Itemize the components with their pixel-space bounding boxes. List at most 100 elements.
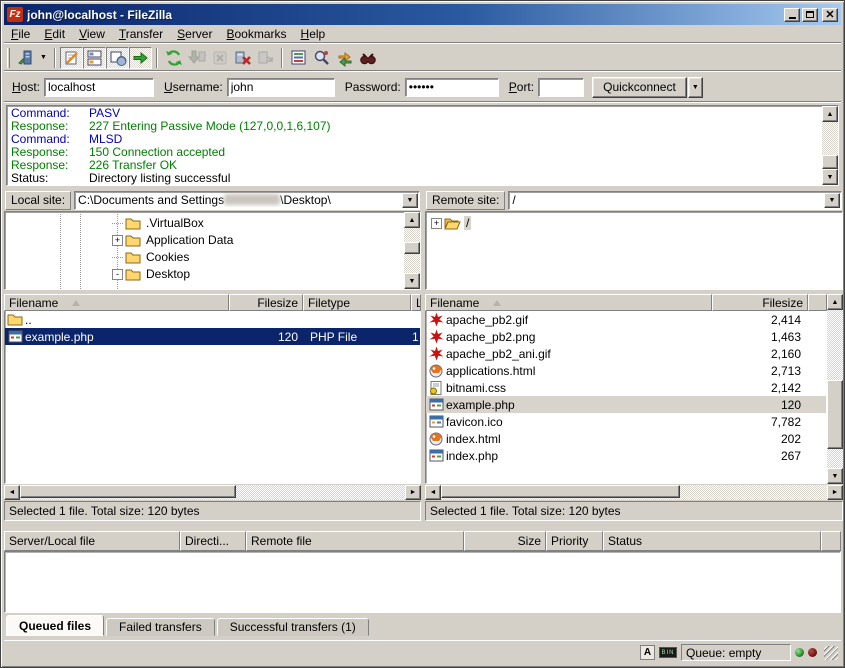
column-header-filesize[interactable]: Filesize	[229, 294, 303, 311]
scroll-track[interactable]	[441, 485, 827, 500]
site-manager-button[interactable]	[14, 47, 37, 69]
tree-item-application-data[interactable]: + Application Data	[112, 232, 235, 248]
file-row[interactable]: favicon.ico 7,782	[426, 413, 826, 430]
scroll-thumb[interactable]	[20, 485, 236, 498]
menu-server[interactable]: Server	[170, 26, 219, 42]
file-row-parent-dir[interactable]: ..	[5, 311, 420, 328]
file-row[interactable]: applications.html 2,713	[426, 362, 826, 379]
scroll-thumb[interactable]	[827, 380, 843, 450]
local-tree-scrollbar[interactable]: ▲ ▼	[404, 212, 420, 289]
port-input[interactable]	[538, 78, 584, 97]
column-header-filename[interactable]: Filename	[4, 294, 229, 311]
local-horizontal-scrollbar[interactable]: ◄ ►	[4, 485, 421, 500]
expand-icon[interactable]: +	[112, 235, 123, 246]
tab-successful-transfers[interactable]: Successful transfers (1)	[217, 618, 369, 636]
close-button[interactable]: ✕	[822, 8, 838, 22]
synchronized-browsing-button[interactable]	[333, 47, 356, 69]
tree-item-desktop[interactable]: - Desktop	[112, 266, 192, 282]
tree-item-virtualbox[interactable]: .VirtualBox	[112, 215, 206, 231]
remote-combo-dropdown[interactable]: ▼	[824, 193, 840, 208]
queue-column-status[interactable]: Status	[603, 531, 821, 551]
scroll-down-button[interactable]: ▼	[822, 169, 838, 185]
username-input[interactable]	[227, 78, 335, 97]
process-queue-button[interactable]	[185, 47, 208, 69]
maximize-button[interactable]	[802, 8, 818, 22]
site-manager-dropdown[interactable]: ▼	[37, 47, 50, 69]
collapse-icon[interactable]: -	[112, 269, 123, 280]
toggle-message-log-button[interactable]	[60, 47, 83, 69]
remote-site-combo[interactable]: / ▼	[508, 191, 842, 210]
scroll-thumb[interactable]	[404, 242, 420, 254]
scroll-right-button[interactable]: ►	[827, 485, 843, 500]
scroll-thumb[interactable]	[822, 155, 838, 169]
quickconnect-dropdown[interactable]: ▼	[688, 77, 703, 98]
local-combo-dropdown[interactable]: ▼	[402, 193, 418, 208]
binary-indicator-icon[interactable]: BIN	[659, 647, 677, 658]
scroll-track[interactable]	[822, 122, 838, 169]
queue-column-direction[interactable]: Directi...	[180, 531, 246, 551]
file-row[interactable]: apache_pb2_ani.gif 2,160	[426, 345, 826, 362]
menu-file[interactable]: File	[4, 26, 37, 42]
refresh-button[interactable]	[162, 47, 185, 69]
scroll-up-button[interactable]: ▲	[827, 294, 843, 310]
toggle-local-tree-button[interactable]	[83, 47, 106, 69]
scroll-down-button[interactable]: ▼	[404, 273, 420, 289]
menu-transfer[interactable]: Transfer	[112, 26, 170, 42]
scroll-down-button[interactable]: ▼	[827, 468, 843, 484]
file-row[interactable]: index.php 267	[426, 447, 826, 464]
host-input[interactable]	[44, 78, 154, 97]
menu-edit[interactable]: Edit	[37, 26, 72, 42]
file-row[interactable]: index.html 202	[426, 430, 826, 447]
scroll-up-button[interactable]: ▲	[404, 212, 420, 228]
scroll-left-button[interactable]: ◄	[425, 485, 441, 500]
remote-list-scrollbar[interactable]: ▲ ▼	[827, 294, 843, 484]
reconnect-button[interactable]	[254, 47, 277, 69]
toggle-transfer-queue-button[interactable]	[129, 47, 152, 69]
column-header-filename[interactable]: Filename	[425, 294, 712, 311]
find-files-button[interactable]	[356, 47, 379, 69]
remote-horizontal-scrollbar[interactable]: ◄ ►	[425, 485, 843, 500]
scroll-up-button[interactable]: ▲	[822, 106, 838, 122]
log-scrollbar[interactable]: ▲ ▼	[822, 106, 838, 185]
transfer-type-ascii-icon[interactable]: A	[640, 645, 655, 660]
column-header-filesize[interactable]: Filesize	[712, 294, 808, 311]
scroll-track[interactable]	[20, 485, 405, 500]
expand-icon[interactable]: +	[431, 218, 442, 229]
menu-bookmarks[interactable]: Bookmarks	[219, 26, 293, 42]
menu-help[interactable]: Help	[294, 26, 333, 42]
tree-item-root[interactable]: + /	[431, 215, 471, 231]
cancel-operation-button[interactable]	[208, 47, 231, 69]
scroll-track[interactable]	[404, 228, 420, 273]
queue-column-remote-file[interactable]: Remote file	[246, 531, 464, 551]
scroll-right-button[interactable]: ►	[405, 485, 421, 500]
file-row[interactable]: apache_pb2.gif 2,414	[426, 311, 826, 328]
toolbar-grip[interactable]	[7, 48, 10, 68]
minimize-icon	[789, 17, 796, 19]
disconnect-button[interactable]	[231, 47, 254, 69]
file-row-selected[interactable]: example.php 120	[426, 396, 826, 413]
file-row-example-php[interactable]: example.php 120 PHP File 1	[5, 328, 420, 345]
column-header-last-modified[interactable]: L	[411, 294, 421, 311]
tab-failed-transfers[interactable]: Failed transfers	[106, 618, 215, 636]
queue-column-size[interactable]: Size	[464, 531, 546, 551]
local-site-combo[interactable]: C:\Documents and Settings\Desktop\ ▼	[74, 191, 420, 210]
scroll-track[interactable]	[827, 310, 843, 468]
titlebar[interactable]: Fz john@localhost - FileZilla ✕	[4, 4, 841, 25]
queue-column-server-local-file[interactable]: Server/Local file	[4, 531, 180, 551]
directory-comparison-button[interactable]	[310, 47, 333, 69]
password-input[interactable]	[405, 78, 499, 97]
quickconnect-button[interactable]: Quickconnect	[592, 77, 687, 98]
scroll-left-button[interactable]: ◄	[4, 485, 20, 500]
column-header-filetype[interactable]: Filetype	[303, 294, 411, 311]
directory-filters-button[interactable]	[287, 47, 310, 69]
minimize-button[interactable]	[784, 8, 800, 22]
tab-queued-files[interactable]: Queued files	[6, 615, 104, 636]
toggle-remote-tree-button[interactable]	[106, 47, 129, 69]
tree-item-cookies[interactable]: Cookies	[112, 249, 191, 265]
scroll-thumb[interactable]	[441, 485, 680, 498]
file-row[interactable]: apache_pb2.png 1,463	[426, 328, 826, 345]
queue-column-priority[interactable]: Priority	[546, 531, 603, 551]
file-row[interactable]: bitnami.css 2,142	[426, 379, 826, 396]
resize-grip[interactable]	[824, 646, 838, 660]
menu-view[interactable]: View	[72, 26, 112, 42]
